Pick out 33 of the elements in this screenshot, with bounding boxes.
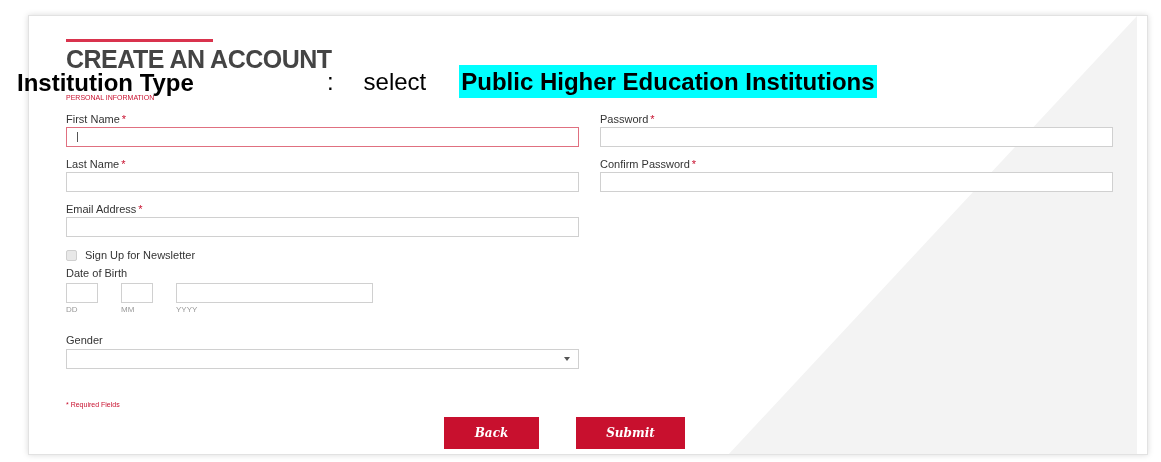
date-caption: YYYY xyxy=(176,305,199,314)
input-field[interactable] xyxy=(600,172,1113,192)
back-button[interactable]: Back xyxy=(444,416,539,449)
input-field[interactable] xyxy=(600,127,1113,147)
dropdown-caret-icon xyxy=(564,357,570,361)
date-input-field[interactable] xyxy=(121,283,153,303)
institution-type-label: Institution Type xyxy=(17,71,194,94)
date-caption: MM xyxy=(121,305,136,314)
newsletter-checkbox[interactable] xyxy=(66,249,77,261)
field-label: Confirm Password xyxy=(600,156,690,172)
required-mark: * xyxy=(650,111,655,127)
field-label: Password xyxy=(600,111,649,127)
input-field[interactable] xyxy=(66,172,579,192)
institution-type-value: Public Higher Education Institutions xyxy=(459,65,877,98)
date-input-field[interactable] xyxy=(66,283,98,303)
gender-select[interactable] xyxy=(66,349,579,369)
submit-button[interactable]: Submit xyxy=(576,416,685,449)
date-caption: DD xyxy=(66,305,79,314)
required-mark: * xyxy=(121,156,126,172)
field-label: Date of Birth xyxy=(66,266,129,279)
select-prompt: select xyxy=(363,66,427,97)
input-field[interactable] xyxy=(66,217,579,237)
field-label: Email Address xyxy=(66,201,137,217)
required-mark: * xyxy=(121,111,127,127)
field-label: First Name xyxy=(66,111,120,127)
date-input-field[interactable] xyxy=(176,283,373,303)
field-label: Gender xyxy=(66,333,104,346)
required-mark: * xyxy=(138,201,143,217)
required-mark: * xyxy=(691,156,697,172)
text-cursor xyxy=(77,132,78,142)
field-label: Last Name xyxy=(66,156,120,172)
checkbox-label: Sign Up for Newsletter xyxy=(85,247,196,263)
input-field[interactable] xyxy=(66,127,579,147)
